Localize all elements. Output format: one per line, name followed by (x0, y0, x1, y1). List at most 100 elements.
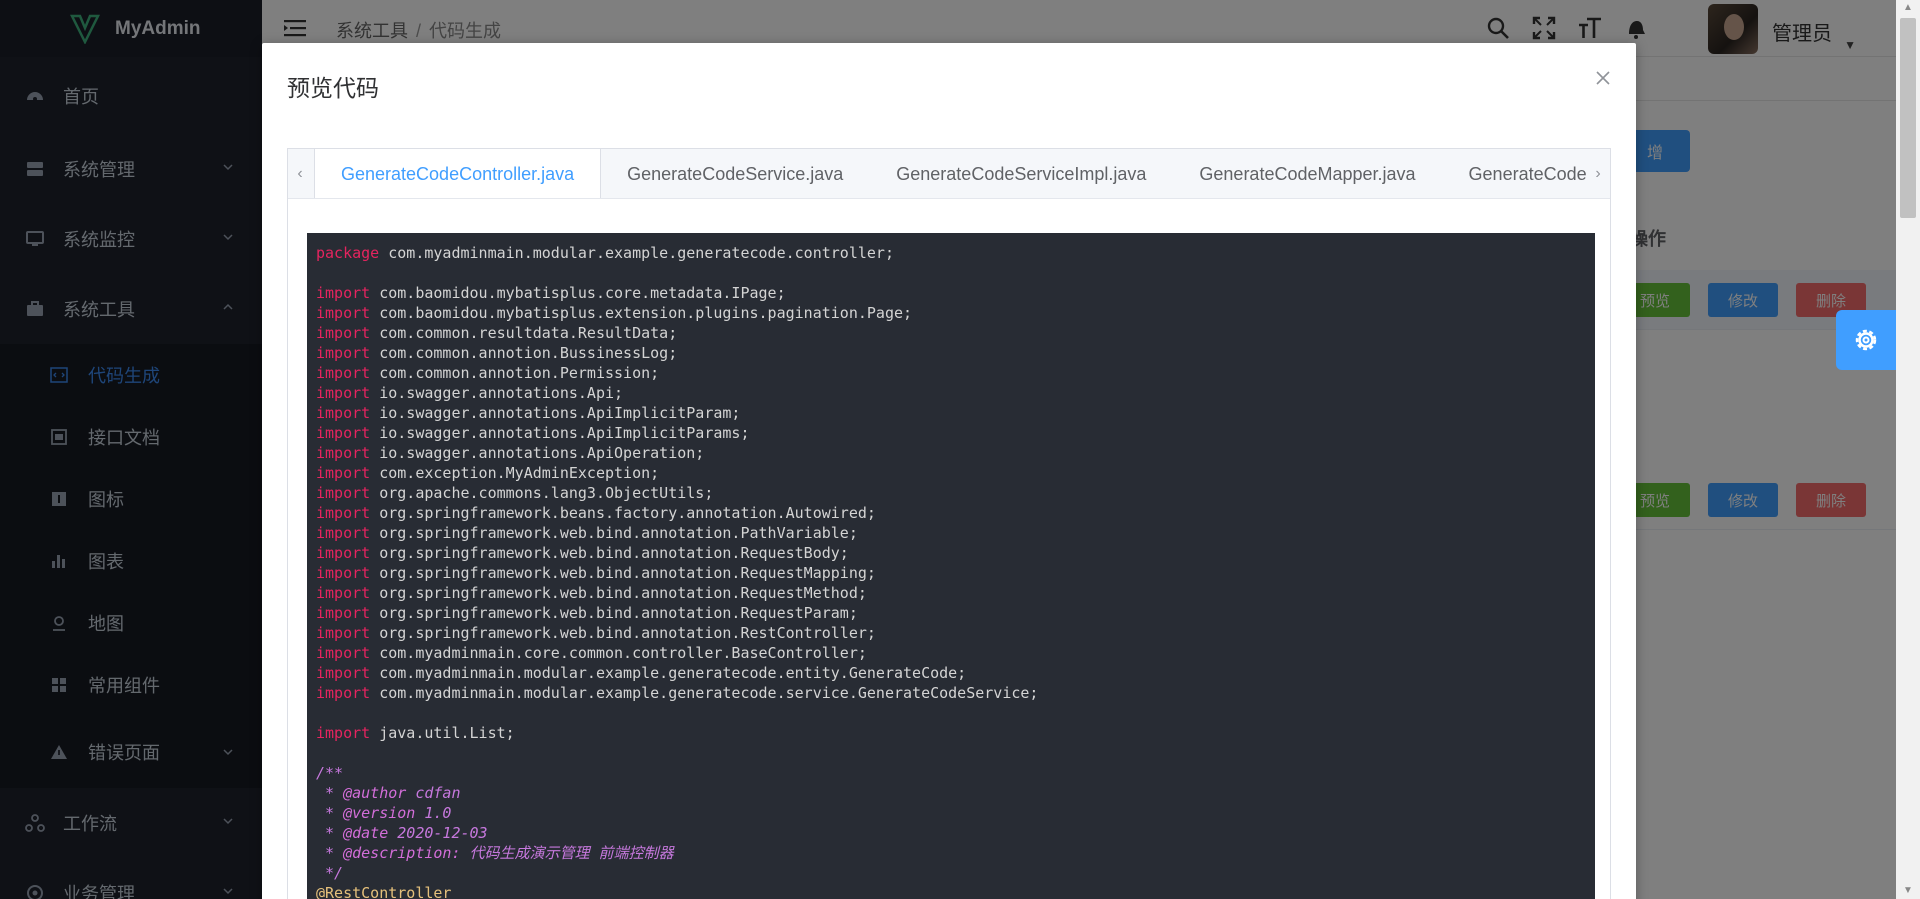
code-token: org.springframework.web.bind.annotation.… (370, 564, 876, 582)
code-token: import (316, 404, 371, 422)
page-scrollbar[interactable]: ▲ ▼ (1896, 0, 1920, 899)
code-token: @description: (343, 844, 461, 862)
tab-service-impl[interactable]: GenerateCodeServiceImpl.java (870, 149, 1173, 198)
tab-controller[interactable]: GenerateCodeController.java (314, 149, 602, 198)
code-token: com.myadminmain.core.common.controller.B… (370, 644, 867, 662)
code-token: com.common.annotion.BussinessLog; (370, 344, 678, 362)
code-token: import (316, 524, 371, 542)
code-token: * (316, 784, 344, 802)
code-token: import (316, 564, 371, 582)
code-line: import org.springframework.web.bind.anno… (316, 603, 1586, 623)
code-token: import (316, 604, 371, 622)
code-token: import (316, 324, 371, 342)
tabs-scroll-right-icon[interactable]: › (1586, 149, 1610, 198)
code-line: import org.apache.commons.lang3.ObjectUt… (316, 483, 1586, 503)
code-token: import (316, 664, 371, 682)
code-token: import (316, 504, 371, 522)
code-token: java.util.List; (370, 724, 515, 742)
dialog-title: 预览代码 (287, 75, 379, 101)
code-line: import com.baomidou.mybatisplus.core.met… (316, 283, 1586, 303)
code-line: import io.swagger.annotations.ApiOperati… (316, 443, 1586, 463)
code-token: import (316, 424, 371, 442)
code-line: import org.springframework.web.bind.anno… (316, 563, 1586, 583)
tabs-list: GenerateCodeController.java GenerateCode… (314, 149, 1610, 198)
code-token: org.springframework.web.bind.annotation.… (370, 544, 849, 562)
code-token: @RestController (316, 884, 452, 899)
code-token: import (316, 284, 371, 302)
code-token: @version (343, 804, 416, 822)
code-tabs: ‹ GenerateCodeController.java GenerateCo… (287, 148, 1611, 899)
code-token: import (316, 304, 371, 322)
code-token: * (316, 844, 344, 862)
code-token: import (316, 684, 371, 702)
code-token: import (316, 444, 371, 462)
code-token: com.baomidou.mybatisplus.extension.plugi… (370, 304, 913, 322)
code-token: import (316, 464, 371, 482)
code-token: import (316, 544, 371, 562)
scroll-down-icon[interactable]: ▼ (1902, 885, 1914, 897)
code-line: import java.util.List; (316, 723, 1586, 743)
code-token: */ (316, 864, 344, 882)
code-token: 2020-12-03 (388, 824, 488, 842)
code-token: import (316, 344, 371, 362)
code-token: 代码生成演示管理 前端控制器 (460, 844, 674, 862)
code-line: /** (316, 763, 1586, 783)
code-token: io.swagger.annotations.ApiOperation; (370, 444, 705, 462)
code-line: * @description: 代码生成演示管理 前端控制器 (316, 843, 1586, 863)
code-line: import io.swagger.annotations.ApiImplici… (316, 423, 1586, 443)
code-line: @RestController (316, 883, 1586, 899)
code-token: com.exception.MyAdminException; (370, 464, 660, 482)
code-line: import org.springframework.beans.factory… (316, 503, 1586, 523)
code-token: import (316, 644, 371, 662)
code-line: import io.swagger.annotations.ApiImplici… (316, 403, 1586, 423)
code-token: * (316, 804, 344, 822)
code-line: import org.springframework.web.bind.anno… (316, 543, 1586, 563)
tab-mapper-xml[interactable]: GenerateCodeMap (1443, 149, 1610, 198)
modal-overlay-sidebar (0, 0, 262, 899)
code-line: import com.common.resultdata.ResultData; (316, 323, 1586, 343)
code-token: com.myadminmain.modular.example.generate… (370, 664, 967, 682)
code-line: import org.springframework.web.bind.anno… (316, 583, 1586, 603)
code-token: import (316, 384, 371, 402)
code-line: import com.common.annotion.BussinessLog; (316, 343, 1586, 363)
tabs-scroll-left-icon[interactable]: ‹ (288, 149, 312, 198)
code-token: io.swagger.annotations.ApiImplicitParams… (370, 424, 750, 442)
code-line: import com.myadminmain.core.common.contr… (316, 643, 1586, 663)
code-token: com.myadminmain.modular.example.generate… (370, 684, 1039, 702)
code-token: import (316, 484, 371, 502)
code-line: import io.swagger.annotations.Api; (316, 383, 1586, 403)
code-line: * @version 1.0 (316, 803, 1586, 823)
code-token: io.swagger.annotations.Api; (370, 384, 624, 402)
gear-icon (1855, 329, 1877, 351)
code-token: org.springframework.web.bind.annotation.… (370, 584, 867, 602)
code-token: org.apache.commons.lang3.ObjectUtils; (370, 484, 714, 502)
code-line: * @author cdfan (316, 783, 1586, 803)
code-line: import com.baomidou.mybatisplus.extensio… (316, 303, 1586, 323)
code-token: import (316, 724, 371, 742)
code-token: com.baomidou.mybatisplus.core.metadata.I… (370, 284, 786, 302)
code-line: */ (316, 863, 1586, 883)
preview-code-dialog: 预览代码 ‹ GenerateCodeController.java Gener… (262, 43, 1636, 899)
code-token: cdfan (406, 784, 461, 802)
tab-mapper[interactable]: GenerateCodeMapper.java (1173, 149, 1442, 198)
code-line: import com.common.annotion.Permission; (316, 363, 1586, 383)
scroll-up-icon[interactable]: ▲ (1902, 2, 1914, 14)
code-token: @date (343, 824, 389, 842)
code-token: * (316, 824, 344, 842)
code-token: com.common.annotion.Permission; (370, 364, 660, 382)
code-line: import com.myadminmain.modular.example.g… (316, 683, 1586, 703)
code-token: /** (316, 764, 344, 782)
tab-service[interactable]: GenerateCodeService.java (601, 149, 870, 198)
code-token: org.springframework.web.bind.annotation.… (370, 604, 858, 622)
settings-gear-button[interactable] (1836, 310, 1896, 370)
code-line: import com.myadminmain.modular.example.g… (316, 663, 1586, 683)
code-line: package com.myadminmain.modular.example.… (316, 243, 1586, 263)
code-token: org.springframework.beans.factory.annota… (370, 504, 876, 522)
scrollbar-thumb[interactable] (1900, 18, 1916, 218)
code-line: import org.springframework.web.bind.anno… (316, 623, 1586, 643)
close-icon[interactable] (1594, 69, 1612, 87)
code-preview[interactable]: package com.myadminmain.modular.example.… (307, 233, 1595, 899)
code-line: import com.exception.MyAdminException; (316, 463, 1586, 483)
